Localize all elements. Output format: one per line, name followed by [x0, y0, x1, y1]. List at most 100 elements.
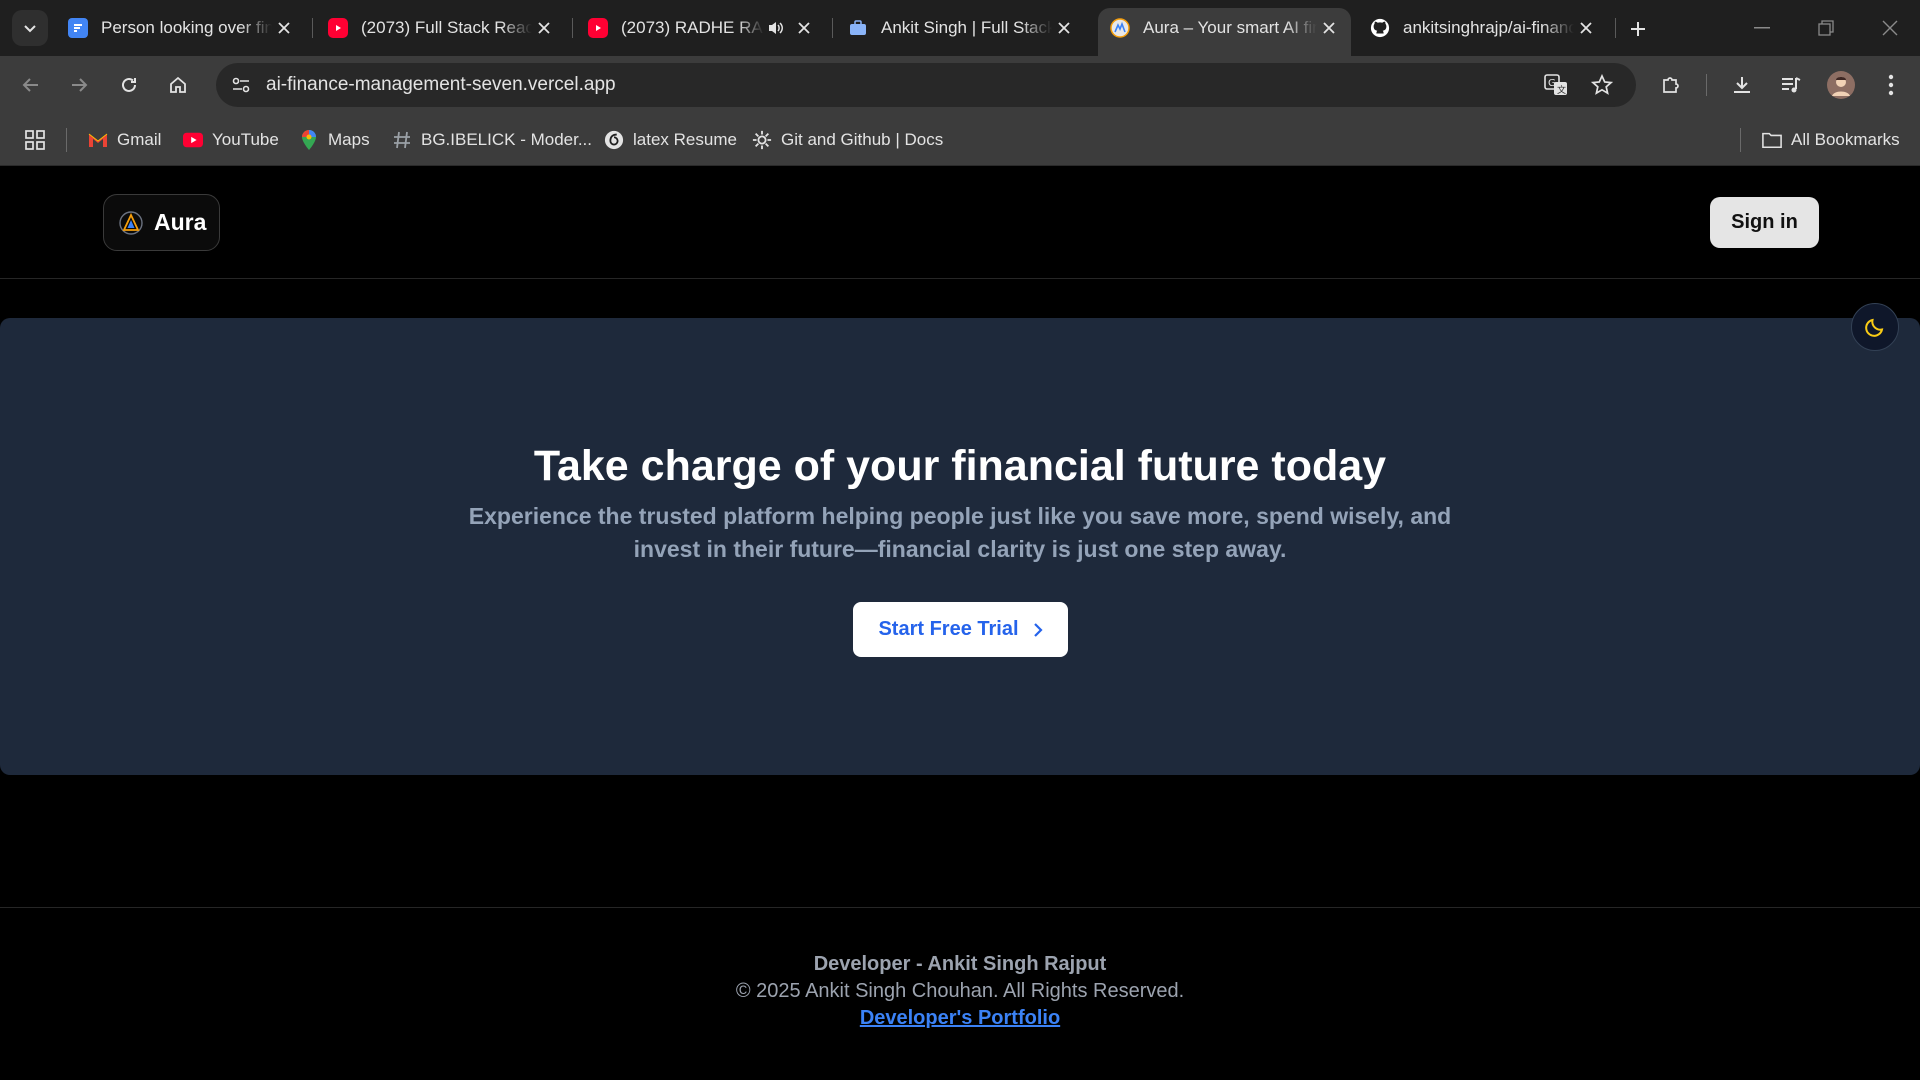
- close-icon[interactable]: [532, 16, 556, 40]
- bookmark-label: YouTube: [212, 130, 279, 149]
- tab-2[interactable]: (2073) Full Stack React: [316, 8, 566, 48]
- bookmark-bgibelick[interactable]: BG.IBELICK - Moder...: [392, 126, 592, 154]
- close-icon: [1882, 20, 1898, 36]
- tab-search-button[interactable]: [12, 10, 48, 46]
- document-icon: [68, 18, 88, 38]
- tab-title: (2073) RADHE RADHE: [621, 18, 764, 37]
- browser-menu-button[interactable]: [1872, 66, 1910, 104]
- start-free-trial-button[interactable]: Start Free Trial: [853, 602, 1068, 657]
- bookmark-label: Gmail: [117, 130, 162, 149]
- svg-text:文: 文: [1557, 84, 1566, 96]
- restore-icon: [1818, 20, 1834, 36]
- new-tab-button[interactable]: [1622, 14, 1654, 44]
- gmail-icon: [88, 130, 108, 150]
- gear-icon: [752, 130, 772, 150]
- moon-icon: [1865, 318, 1884, 337]
- home-button[interactable]: [159, 66, 197, 104]
- close-icon[interactable]: [1052, 16, 1076, 40]
- restore-button[interactable]: [1796, 8, 1856, 48]
- aura-icon: [1110, 18, 1130, 38]
- minimize-button[interactable]: [1732, 8, 1792, 48]
- tab-title: Aura – Your smart AI fin: [1143, 18, 1317, 37]
- bookmark-label: Maps: [328, 130, 370, 149]
- tab-strip: Person looking over fin (2073) Full Stac…: [0, 0, 1920, 56]
- bookmark-label: Git and Github | Docs: [781, 130, 944, 149]
- star-icon[interactable]: [1586, 69, 1618, 101]
- close-icon[interactable]: [1574, 16, 1598, 40]
- speaker-icon[interactable]: [764, 16, 788, 40]
- tab-divider: [832, 18, 833, 38]
- browser-toolbar: ai-finance-management-seven.vercel.app G…: [0, 56, 1920, 114]
- theme-toggle-button[interactable]: [1851, 303, 1899, 351]
- footer-copyright: © 2025 Ankit Singh Chouhan. All Rights R…: [735, 980, 1185, 1002]
- site-settings-icon[interactable]: [225, 69, 257, 101]
- portfolio-link[interactable]: Developer's Portfolio: [860, 1007, 1060, 1029]
- arrow-left-icon: [22, 78, 38, 92]
- bookmark-maps[interactable]: Maps: [299, 126, 370, 154]
- chevron-right-icon: [1033, 622, 1043, 637]
- hero-subtitle: Experience the trusted platform helping …: [468, 503, 1452, 562]
- aura-logo-icon: [118, 210, 144, 236]
- forward-button[interactable]: [60, 66, 98, 104]
- extensions-button[interactable]: [1652, 66, 1690, 104]
- download-icon: [1734, 77, 1750, 93]
- youtube-icon: [588, 18, 608, 38]
- address-bar[interactable]: ai-finance-management-seven.vercel.app G…: [216, 63, 1636, 107]
- reload-button[interactable]: [110, 66, 148, 104]
- tab-5-active[interactable]: Aura – Your smart AI fin: [1098, 8, 1351, 56]
- reload-icon: [122, 77, 136, 92]
- close-icon[interactable]: [272, 16, 296, 40]
- tab-title: (2073) Full Stack React: [361, 18, 532, 37]
- tab-3[interactable]: (2073) RADHE RADHE: [576, 8, 826, 48]
- brand-name: Aura: [154, 209, 207, 235]
- close-icon[interactable]: [1317, 16, 1341, 40]
- more-vert-icon: [1888, 74, 1894, 96]
- bookmark-divider: [1740, 128, 1741, 152]
- bookmark-youtube[interactable]: YouTube: [183, 126, 279, 154]
- tab-title: Person looking over fin: [101, 18, 272, 37]
- media-controls-button[interactable]: [1772, 66, 1810, 104]
- bookmark-gmail[interactable]: Gmail: [88, 126, 161, 154]
- tab-divider: [1615, 18, 1616, 38]
- all-bookmarks-label: All Bookmarks: [1791, 130, 1900, 149]
- bookmark-divider: [66, 128, 67, 152]
- apps-button[interactable]: [24, 126, 46, 154]
- tab-6[interactable]: ankitsinghrajp/ai-finance: [1358, 8, 1608, 48]
- tab-title: ankitsinghrajp/ai-finance: [1403, 18, 1574, 37]
- bookmark-label: latex Resume: [633, 130, 737, 149]
- bookmark-git-docs[interactable]: Git and Github | Docs: [752, 126, 943, 154]
- tab-4[interactable]: Ankit Singh | Full Stack: [836, 8, 1086, 48]
- sign-in-button[interactable]: Sign in: [1710, 197, 1819, 248]
- toolbar-divider: [1706, 74, 1707, 96]
- puzzle-icon: [1663, 77, 1679, 93]
- maps-icon: [299, 130, 319, 150]
- back-button[interactable]: [12, 66, 50, 104]
- avatar-icon: [1827, 71, 1855, 99]
- youtube-icon: [328, 18, 348, 38]
- site-header: Aura Sign in: [0, 166, 1920, 279]
- brand-logo-link[interactable]: Aura: [103, 194, 220, 251]
- bookmarks-bar: Gmail YouTube Maps BG.IBELICK - Moder...…: [0, 114, 1920, 166]
- profile-avatar[interactable]: [1822, 66, 1860, 104]
- close-window-button[interactable]: [1860, 8, 1920, 48]
- bookmark-latex-resume[interactable]: latex Resume: [604, 126, 737, 154]
- arrow-right-icon: [72, 78, 88, 92]
- github-icon: [1370, 18, 1390, 38]
- home-icon: [170, 76, 186, 93]
- tab-1[interactable]: Person looking over fin: [56, 8, 306, 48]
- hash-icon: [392, 130, 412, 150]
- hero-title: Take charge of your financial future tod…: [533, 442, 1387, 490]
- url-text: ai-finance-management-seven.vercel.app: [266, 74, 616, 95]
- briefcase-icon: [848, 18, 868, 38]
- tab-divider: [312, 18, 313, 38]
- translate-icon[interactable]: G文: [1540, 69, 1572, 101]
- downloads-button[interactable]: [1723, 66, 1761, 104]
- footer-developer: Developer - Ankit Singh Rajput: [813, 953, 1107, 975]
- all-bookmarks-button[interactable]: All Bookmarks: [1762, 126, 1900, 154]
- plus-icon: [1631, 22, 1645, 36]
- tab-title: Ankit Singh | Full Stack: [881, 18, 1052, 37]
- close-icon[interactable]: [792, 16, 816, 40]
- youtube-icon: [183, 130, 203, 150]
- bookmark-label: BG.IBELICK - Moder...: [421, 130, 593, 149]
- site-footer: Developer - Ankit Singh Rajput © 2025 An…: [0, 907, 1920, 1080]
